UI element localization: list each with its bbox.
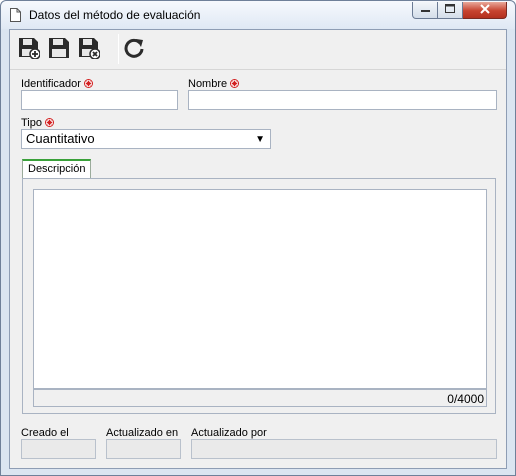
refresh-button[interactable] [122,37,146,61]
nombre-input[interactable] [188,90,497,110]
actualizado-por-field [191,439,497,459]
tipo-label: Tipo [21,117,54,129]
minimize-button[interactable] [412,2,438,19]
window-title: Datos del método de evaluación [29,8,201,22]
nombre-label-text: Nombre [188,78,228,90]
identificador-input[interactable] [21,90,178,110]
actualizado-en-label: Actualizado en [106,427,179,439]
save-button[interactable] [47,37,71,61]
maximize-icon [445,4,455,16]
floppy-plus-icon [18,37,41,62]
actualizado-en-field [106,439,181,459]
dialog-window: Datos del método de evaluación Identific… [0,0,516,476]
save-and-new-button[interactable] [17,37,41,61]
tipo-label-text: Tipo [21,117,42,129]
floppy-icon [48,37,70,62]
tab-descripcion[interactable]: Descripción [22,159,92,179]
descripcion-panel: 0/4000 [22,178,496,414]
close-icon [479,3,490,17]
minimize-icon [420,4,430,16]
identificador-label: Identificador [21,78,93,90]
required-icon [230,79,240,88]
floppy-close-icon [78,37,101,62]
identificador-label-text: Identificador [21,78,81,90]
dropdown-arrow-icon: ▼ [255,134,265,145]
creado-el-field [21,439,96,459]
required-icon [83,79,93,88]
nombre-label: Nombre [188,78,240,90]
save-and-close-button[interactable] [77,37,101,61]
tipo-selected-value: Cuantitativo [26,131,95,146]
maximize-button[interactable] [438,2,463,19]
char-counter: 0/4000 [447,392,484,406]
document-icon [10,8,21,22]
dialog-body: Identificador Nombre Tipo Cuantitativo ▼… [9,29,507,469]
descripcion-textarea[interactable] [33,189,487,389]
tipo-select[interactable]: Cuantitativo ▼ [21,129,271,149]
char-counter-bar: 0/4000 [33,389,487,407]
refresh-icon [123,37,145,62]
actualizado-por-label: Actualizado por [191,427,267,439]
toolbar-separator [118,34,119,64]
close-button[interactable] [463,2,507,19]
creado-el-label: Creado el [21,427,69,439]
required-icon [45,118,54,127]
title-bar[interactable]: Datos del método de evaluación [1,1,515,29]
toolbar [10,30,506,70]
